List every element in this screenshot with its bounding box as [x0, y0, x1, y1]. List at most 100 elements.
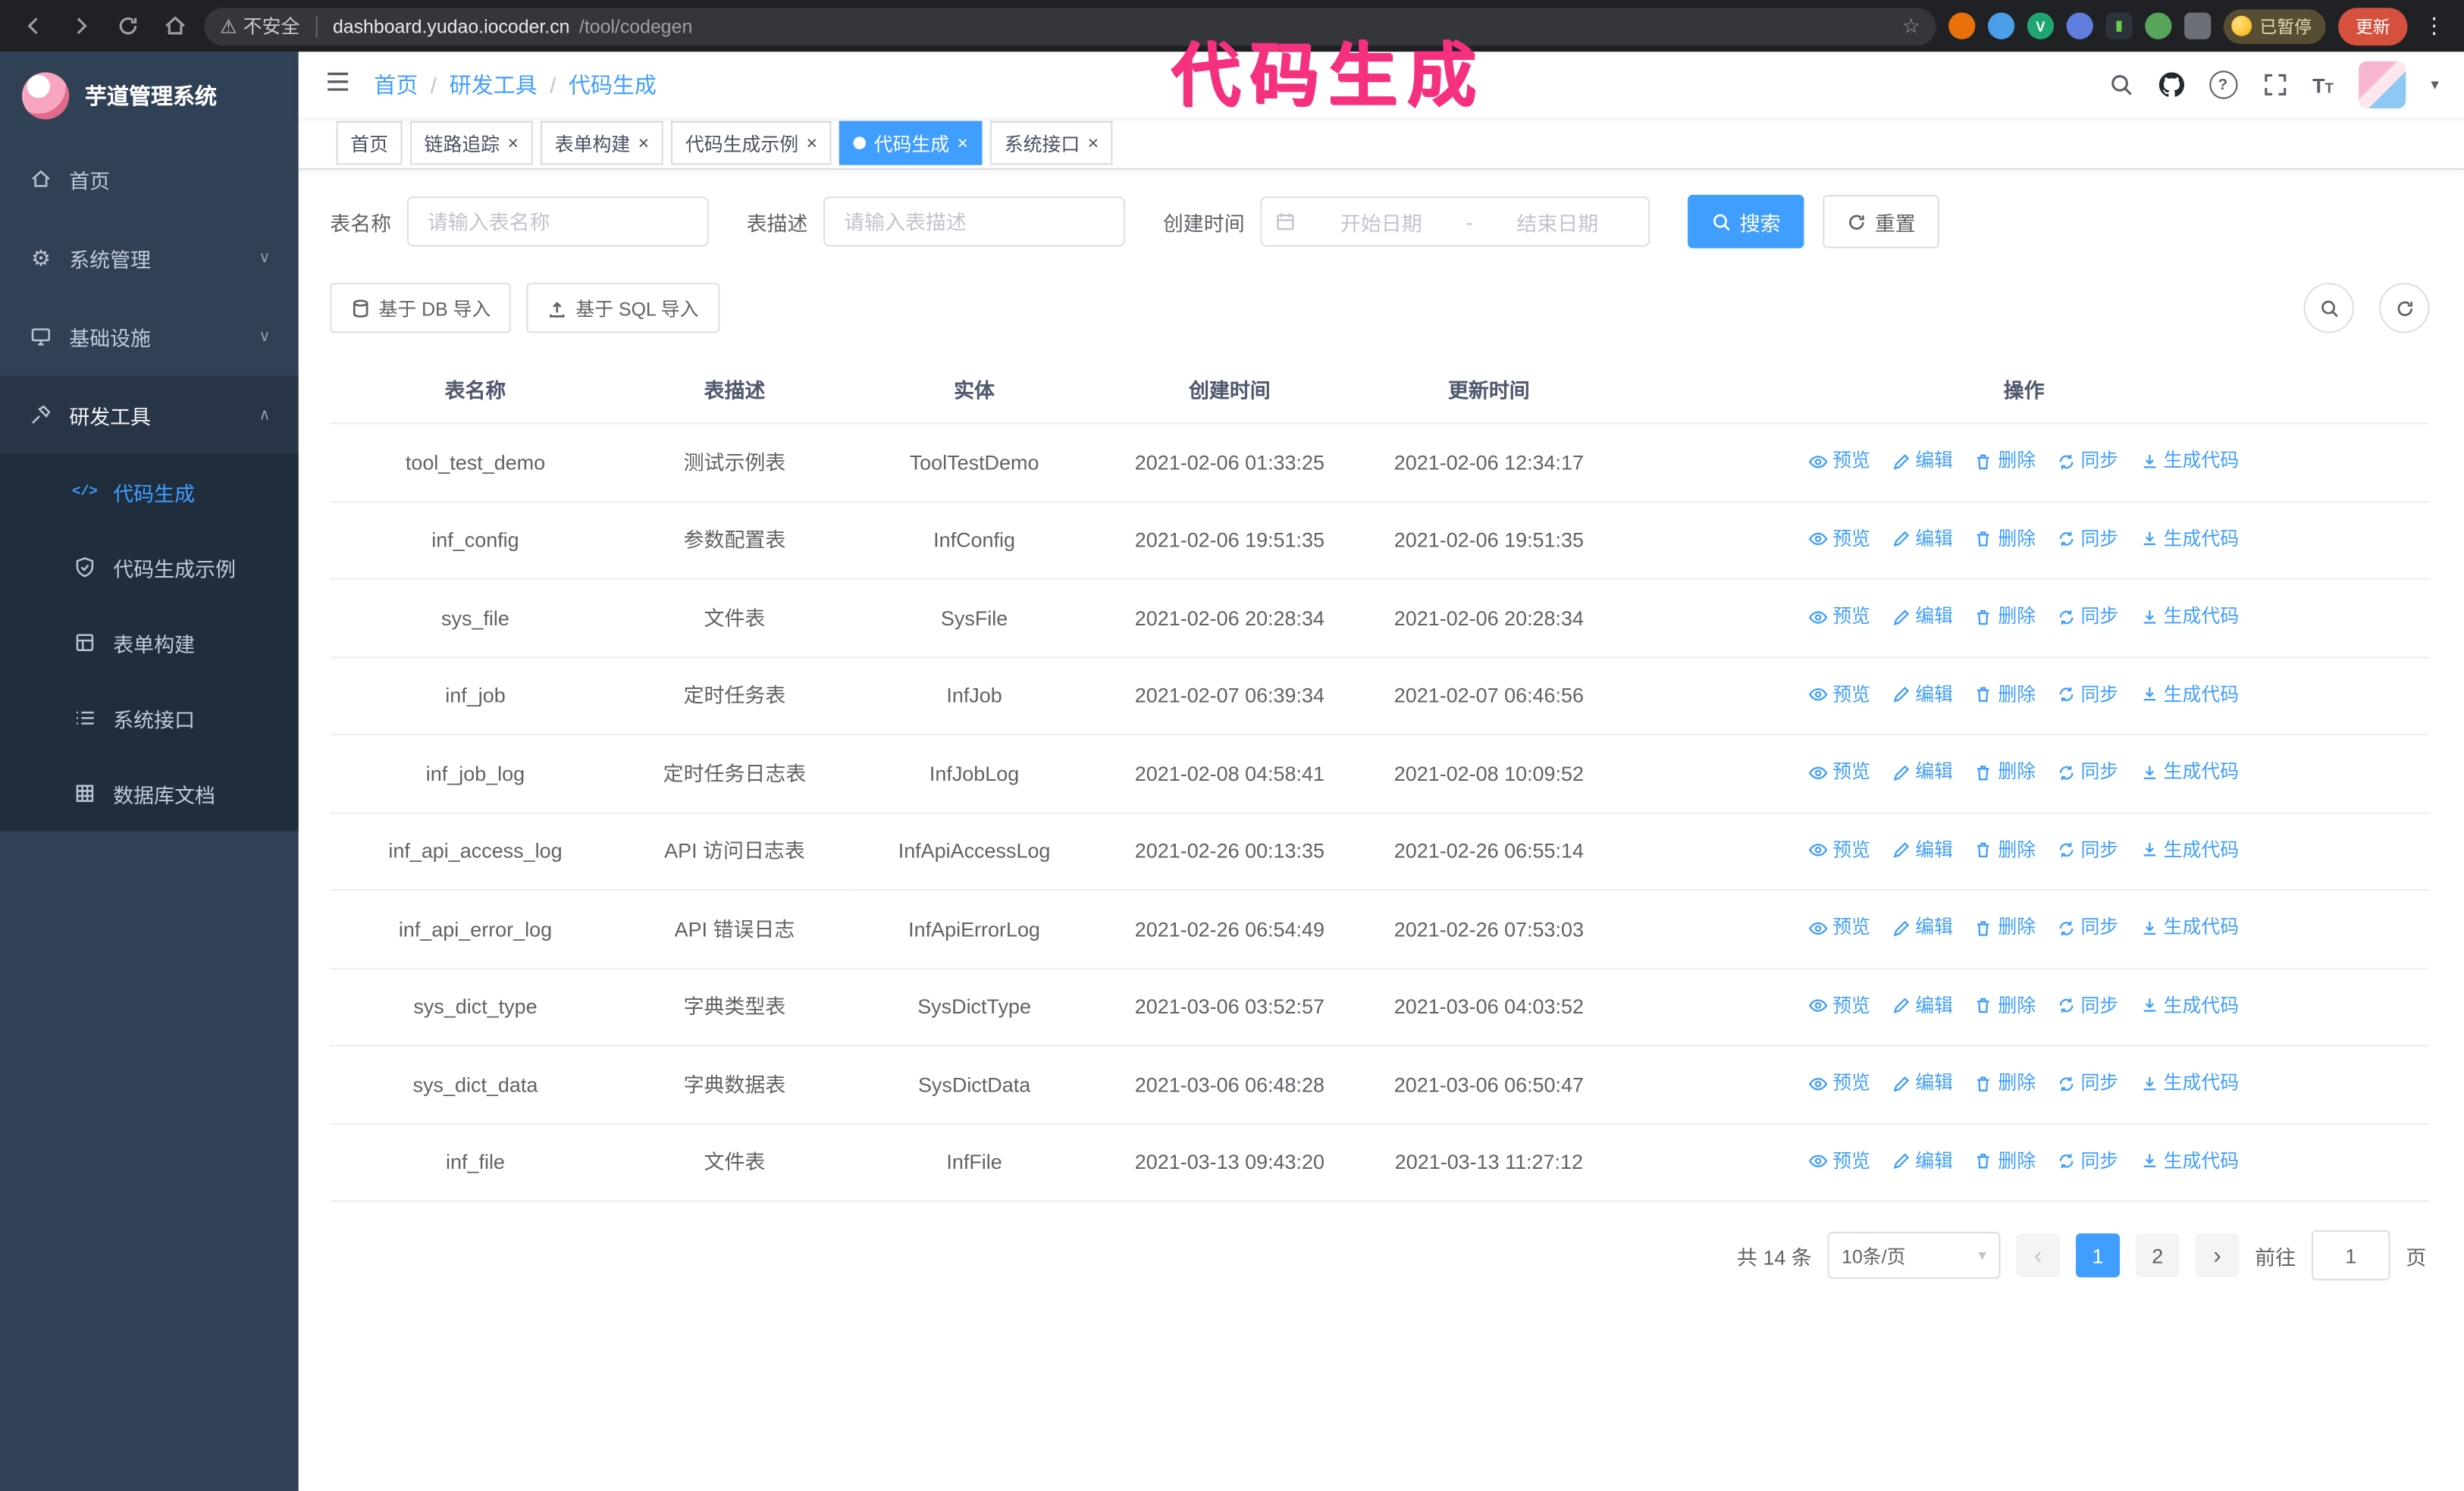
- generate-code-link[interactable]: 生成代码: [2140, 678, 2239, 711]
- back-icon[interactable]: [16, 8, 51, 43]
- update-button[interactable]: 更新: [2338, 7, 2408, 45]
- preview-link[interactable]: 预览: [1809, 522, 1870, 556]
- search-button[interactable]: 搜索: [1688, 195, 1804, 249]
- browser-extension-icon[interactable]: [1987, 12, 2015, 39]
- sidebar-item-db-docs[interactable]: 数据库文档: [0, 756, 299, 831]
- delete-link[interactable]: 删除: [1974, 911, 2036, 944]
- delete-link[interactable]: 删除: [1974, 600, 2036, 634]
- search-icon[interactable]: [2108, 72, 2133, 97]
- tab-codegen[interactable]: 代码生成 ×: [839, 121, 983, 165]
- preview-link[interactable]: 预览: [1809, 678, 1870, 711]
- table-row[interactable]: inf_file 文件表 InfFile 2021-03-13 09:43:20…: [330, 1123, 2430, 1202]
- github-icon[interactable]: [2158, 72, 2184, 97]
- browser-extension-icon[interactable]: [1948, 12, 1976, 39]
- preview-link[interactable]: 预览: [1809, 1145, 1870, 1178]
- edit-link[interactable]: 编辑: [1892, 1145, 1953, 1178]
- preview-link[interactable]: 预览: [1809, 834, 1870, 867]
- close-icon[interactable]: ×: [638, 133, 650, 152]
- table-row[interactable]: inf_config 参数配置表 InfConfig 2021-02-06 19…: [330, 501, 2430, 580]
- caret-down-icon[interactable]: ▾: [2431, 77, 2438, 94]
- sync-link[interactable]: 同步: [2057, 522, 2118, 556]
- sidebar-item-devtools[interactable]: 研发工具 ∧: [0, 375, 299, 455]
- edit-link[interactable]: 编辑: [1892, 445, 1953, 478]
- edit-link[interactable]: 编辑: [1892, 989, 1953, 1023]
- security-label[interactable]: 不安全: [243, 13, 300, 39]
- edit-link[interactable]: 编辑: [1892, 678, 1953, 711]
- browser-extension-icon[interactable]: V: [2027, 12, 2055, 39]
- breadcrumb-item[interactable]: 研发工具: [450, 69, 538, 100]
- sidebar-item-system-api[interactable]: 系统接口: [0, 680, 299, 755]
- preview-link[interactable]: 预览: [1809, 911, 1870, 944]
- sidebar-item-codegen-example[interactable]: 代码生成示例: [0, 529, 299, 604]
- sidebar-item-codegen[interactable]: </> 代码生成: [0, 454, 299, 529]
- tab-form-builder[interactable]: 表单构建 ×: [541, 121, 663, 165]
- sync-link[interactable]: 同步: [2057, 756, 2118, 789]
- preview-link[interactable]: 预览: [1809, 600, 1870, 634]
- generate-code-link[interactable]: 生成代码: [2140, 445, 2239, 478]
- forward-icon[interactable]: [63, 8, 98, 43]
- address-bar[interactable]: ⚠ 不安全 dashboard.yudao.iocoder.cn/tool/co…: [204, 7, 1936, 45]
- edit-link[interactable]: 编辑: [1892, 522, 1953, 556]
- delete-link[interactable]: 删除: [1974, 678, 2036, 711]
- table-row[interactable]: sys_dict_data 字典数据表 SysDictData 2021-03-…: [330, 1045, 2430, 1125]
- delete-link[interactable]: 删除: [1974, 522, 2036, 556]
- tab-tracing[interactable]: 链路追踪 ×: [410, 121, 533, 165]
- sync-link[interactable]: 同步: [2057, 834, 2118, 867]
- app-logo[interactable]: 芋道管理系统: [0, 52, 299, 139]
- prev-page-button[interactable]: ‹: [2016, 1233, 2061, 1278]
- page-button-2[interactable]: 2: [2135, 1233, 2180, 1278]
- goto-page-input[interactable]: [2311, 1229, 2390, 1281]
- generate-code-link[interactable]: 生成代码: [2140, 1067, 2239, 1100]
- date-range-picker[interactable]: 开始日期 - 结束日期: [1260, 196, 1651, 247]
- edit-link[interactable]: 编辑: [1892, 911, 1953, 944]
- close-icon[interactable]: ×: [806, 133, 817, 152]
- next-page-button[interactable]: ›: [2195, 1233, 2240, 1278]
- table-row[interactable]: inf_job_log 定时任务日志表 InfJobLog 2021-02-08…: [330, 734, 2430, 813]
- delete-link[interactable]: 删除: [1974, 1145, 2036, 1178]
- table-row[interactable]: inf_api_error_log API 错误日志 InfApiErrorLo…: [330, 890, 2430, 969]
- breadcrumb-item[interactable]: 首页: [374, 69, 418, 100]
- close-icon[interactable]: ×: [1088, 133, 1099, 152]
- table-row[interactable]: tool_test_demo 测试示例表 ToolTestDemo 2021-0…: [330, 423, 2430, 503]
- table-row[interactable]: sys_dict_type 字典类型表 SysDictType 2021-03-…: [330, 967, 2430, 1047]
- delete-link[interactable]: 删除: [1974, 1067, 2036, 1100]
- home-icon[interactable]: [157, 8, 192, 43]
- tab-codegen-example[interactable]: 代码生成示例 ×: [671, 121, 832, 165]
- generate-code-link[interactable]: 生成代码: [2140, 911, 2239, 944]
- reload-icon[interactable]: [110, 8, 145, 43]
- browser-extension-icon[interactable]: [2066, 12, 2093, 39]
- tab-system-api[interactable]: 系统接口 ×: [990, 121, 1113, 165]
- page-button-1[interactable]: 1: [2075, 1233, 2121, 1278]
- bookmark-star-icon[interactable]: ☆: [1902, 14, 1920, 39]
- sidebar-item-form-builder[interactable]: 表单构建: [0, 605, 299, 680]
- edit-link[interactable]: 编辑: [1892, 834, 1953, 867]
- font-size-icon[interactable]: TT: [2312, 73, 2334, 96]
- sidebar-item-system[interactable]: ⚙ 系统管理 ∨: [0, 218, 299, 297]
- preview-link[interactable]: 预览: [1809, 445, 1870, 478]
- avatar[interactable]: [2359, 61, 2406, 109]
- tab-home[interactable]: 首页: [336, 121, 403, 165]
- preview-link[interactable]: 预览: [1809, 756, 1870, 789]
- import-sql-button[interactable]: 基于 SQL 导入: [527, 283, 719, 334]
- browser-extension-icon[interactable]: ▮: [2105, 12, 2133, 39]
- page-size-select[interactable]: 10条/页 ▾: [1827, 1231, 2001, 1280]
- generate-code-link[interactable]: 生成代码: [2140, 989, 2239, 1023]
- table-desc-input[interactable]: [823, 196, 1126, 247]
- sync-link[interactable]: 同步: [2057, 600, 2118, 634]
- browser-menu-icon[interactable]: ⋮: [2420, 13, 2448, 39]
- sync-link[interactable]: 同步: [2057, 911, 2118, 944]
- generate-code-link[interactable]: 生成代码: [2140, 834, 2239, 867]
- table-row[interactable]: inf_job 定时任务表 InfJob 2021-02-07 06:39:34…: [330, 656, 2430, 736]
- sync-link[interactable]: 同步: [2057, 678, 2118, 711]
- sidebar-item-home[interactable]: 首页: [0, 139, 299, 218]
- delete-link[interactable]: 删除: [1974, 445, 2036, 478]
- fullscreen-icon[interactable]: [2262, 72, 2287, 97]
- browser-extension-icon[interactable]: [2145, 12, 2172, 39]
- sync-link[interactable]: 同步: [2057, 989, 2118, 1023]
- table-name-input[interactable]: [406, 196, 709, 247]
- extensions-puzzle-icon[interactable]: [2184, 12, 2212, 39]
- close-icon[interactable]: ×: [508, 133, 519, 152]
- generate-code-link[interactable]: 生成代码: [2140, 522, 2239, 556]
- edit-link[interactable]: 编辑: [1892, 600, 1953, 634]
- help-icon[interactable]: ?: [2209, 70, 2237, 99]
